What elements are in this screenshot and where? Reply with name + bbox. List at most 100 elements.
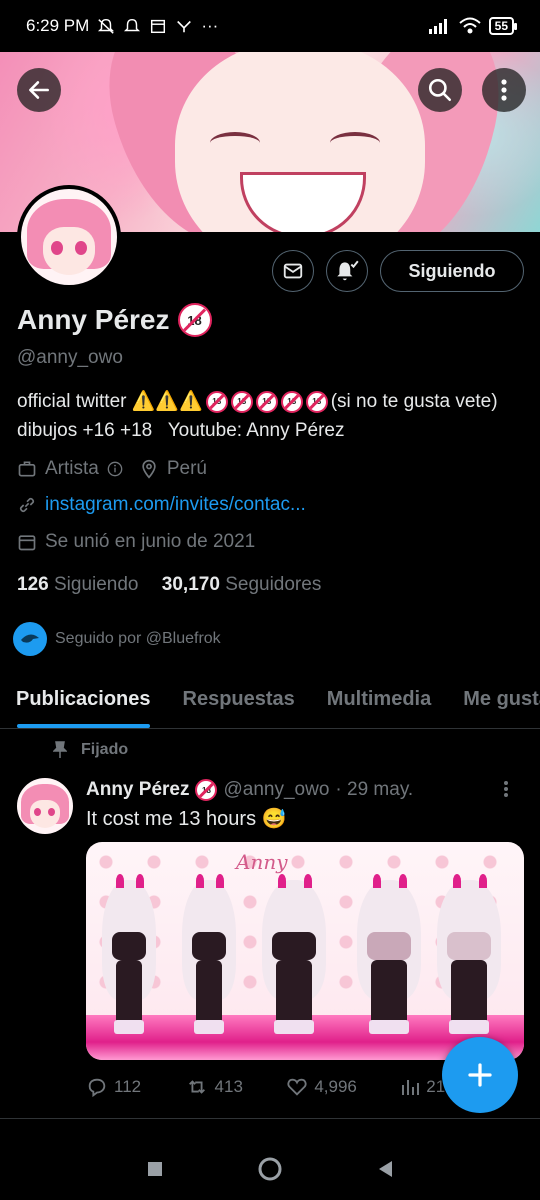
bio-badge: 18 bbox=[230, 390, 253, 413]
status-time: 6:29 PM bbox=[26, 16, 90, 35]
vertical-dots-icon bbox=[504, 781, 508, 797]
profile-meta-row: Artista Perú bbox=[17, 458, 207, 480]
retweet-count: 413 bbox=[214, 1077, 243, 1096]
profile-joined-date: Se unió en junio de 2021 bbox=[45, 531, 256, 552]
reply-icon bbox=[88, 1078, 106, 1098]
feed-divider bbox=[0, 1118, 540, 1119]
badge-text: 18 bbox=[262, 397, 272, 406]
tab-replies[interactable]: Respuestas bbox=[167, 670, 311, 728]
following-label: Siguiendo bbox=[53, 574, 139, 595]
follow-counts: 126 Siguiendo 30,170 Seguidores bbox=[17, 574, 321, 596]
badge-text: 18 bbox=[212, 397, 222, 406]
profile-website-row: instagram.com/invites/contac... bbox=[17, 494, 306, 516]
back-nav-button[interactable] bbox=[376, 1159, 394, 1179]
profile-name-row: Anny Pérez 18 bbox=[17, 303, 212, 337]
badge-text: 18 bbox=[202, 785, 211, 795]
wifi-icon bbox=[458, 17, 481, 34]
pinned-label-row: Fijado bbox=[53, 741, 128, 759]
tweet-header: Anny Pérez 18 @anny_owo · 29 may. bbox=[86, 779, 413, 801]
app-notification-icon bbox=[177, 20, 192, 33]
bio-badge: 18 bbox=[205, 390, 228, 413]
tweet-author-name[interactable]: Anny Pérez bbox=[86, 779, 189, 801]
like-count: 4,996 bbox=[314, 1077, 357, 1096]
badge-text: 18 bbox=[237, 397, 247, 406]
badge-text: 18 bbox=[312, 397, 322, 406]
back-button[interactable] bbox=[17, 68, 61, 112]
bird-icon bbox=[21, 634, 39, 643]
profile-bio: official twitter ⚠️⚠️⚠️ 18 18 18 18 18 (… bbox=[17, 387, 527, 445]
back-arrow-icon bbox=[29, 81, 49, 99]
signal-icon bbox=[428, 19, 447, 34]
tweet-text: It cost me 13 hours 😅 bbox=[86, 808, 287, 830]
briefcase-icon bbox=[18, 461, 36, 477]
status-bar: 6:29 PM ··· 55 bbox=[0, 0, 540, 52]
envelope-icon bbox=[283, 263, 303, 279]
profile-category: Artista bbox=[45, 458, 99, 479]
compose-tweet-button[interactable] bbox=[442, 1037, 518, 1113]
bio-line-2: dibujos +16 +18 Youtube: Anny Pérez bbox=[17, 420, 345, 441]
tab-likes[interactable]: Me gusta bbox=[447, 670, 540, 728]
media-signature: Anny bbox=[236, 850, 288, 874]
tweet-more-button[interactable] bbox=[503, 780, 509, 804]
home-button[interactable] bbox=[257, 1156, 283, 1182]
tweet-media-image[interactable]: Anny bbox=[86, 842, 524, 1060]
profile-name: Anny Pérez bbox=[17, 304, 170, 335]
following-link[interactable]: 126 Siguiendo bbox=[17, 574, 139, 595]
battery-icon: 55 bbox=[488, 17, 518, 35]
following-count: 126 bbox=[17, 574, 49, 595]
search-button[interactable] bbox=[418, 68, 462, 112]
tweet-date: · 29 may. bbox=[335, 779, 414, 800]
vertical-dots-icon bbox=[501, 79, 507, 101]
followers-label: Seguidores bbox=[225, 574, 322, 595]
profile-joined-row: Se unió en junio de 2021 bbox=[17, 531, 255, 553]
tab-posts[interactable]: Publicaciones bbox=[0, 670, 167, 728]
followers-count: 30,170 bbox=[161, 574, 220, 595]
tweet-author-handle: @anny_owo bbox=[223, 779, 330, 800]
mute-notification-icon bbox=[98, 18, 115, 34]
following-button[interactable]: Siguiendo bbox=[380, 250, 524, 292]
system-nav-bar bbox=[0, 1138, 540, 1200]
follower-avatar bbox=[13, 622, 47, 656]
adult-content-badge: 18 bbox=[177, 303, 212, 337]
heart-icon bbox=[287, 1078, 307, 1096]
followers-link[interactable]: 30,170 Seguidores bbox=[162, 574, 322, 595]
retweet-icon bbox=[188, 1080, 205, 1094]
like-button[interactable]: 4,996 bbox=[286, 1076, 357, 1098]
calendar-icon bbox=[18, 535, 36, 551]
search-icon bbox=[428, 78, 452, 102]
bell-check-icon bbox=[337, 260, 359, 281]
more-options-button[interactable] bbox=[482, 68, 526, 112]
tab-media[interactable]: Multimedia bbox=[311, 670, 447, 728]
pinned-label: Fijado bbox=[81, 741, 129, 758]
more-notifications-icon: ··· bbox=[201, 16, 219, 35]
link-icon bbox=[19, 497, 35, 513]
bell-icon bbox=[124, 18, 141, 32]
location-icon bbox=[142, 459, 156, 479]
message-button[interactable] bbox=[272, 250, 314, 292]
bio-badge: 18 bbox=[255, 390, 278, 413]
badge-text: 18 bbox=[287, 397, 297, 406]
profile-website-link[interactable]: instagram.com/invites/contac... bbox=[45, 494, 306, 516]
reply-button[interactable]: 112 bbox=[86, 1076, 141, 1098]
followed-by-row[interactable]: Seguido por @Bluefrok bbox=[13, 622, 221, 656]
tweet-adult-badge: 18 bbox=[195, 779, 218, 801]
profile-handle: @anny_owo bbox=[17, 347, 123, 368]
profile-avatar[interactable] bbox=[17, 185, 121, 289]
bio-line-1-end: (si no te gusta vete) bbox=[330, 391, 498, 412]
views-chart-icon bbox=[402, 1080, 420, 1095]
plus-icon bbox=[468, 1063, 492, 1087]
recent-apps-button[interactable] bbox=[146, 1160, 164, 1178]
pin-icon bbox=[53, 741, 67, 758]
bio-badge: 18 bbox=[305, 390, 328, 413]
profile-location: Perú bbox=[166, 458, 207, 479]
calendar-icon bbox=[151, 19, 166, 34]
profile-tabs: Publicaciones Respuestas Multimedia Me g… bbox=[0, 670, 540, 729]
retweet-button[interactable]: 413 bbox=[185, 1076, 243, 1098]
tweet-actions: 112 413 4,996 216K bbox=[86, 1076, 466, 1098]
notifications-button[interactable] bbox=[326, 250, 368, 292]
reply-count: 112 bbox=[114, 1077, 142, 1096]
followed-by-text: Seguido por @Bluefrok bbox=[55, 630, 221, 647]
badge-text: 18 bbox=[187, 312, 202, 328]
tweet-avatar[interactable] bbox=[17, 778, 73, 834]
info-icon[interactable] bbox=[107, 461, 123, 477]
